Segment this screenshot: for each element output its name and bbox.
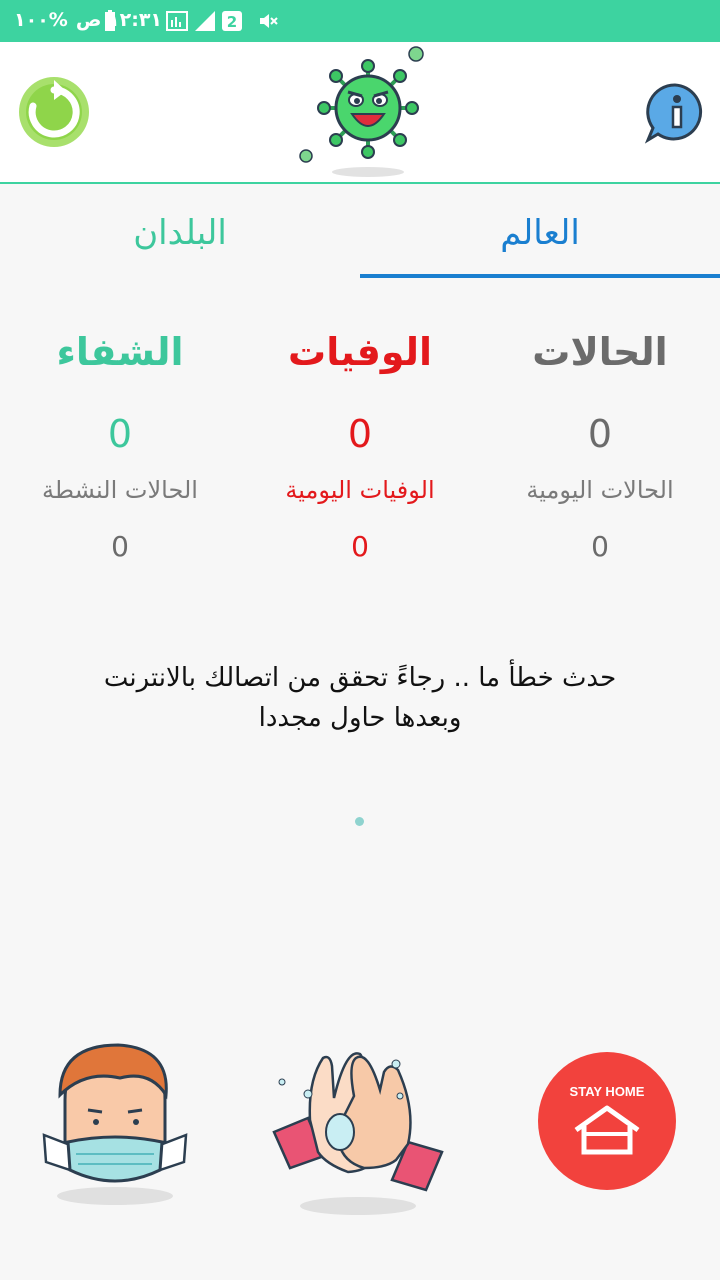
recovered-value: 0 <box>107 412 133 456</box>
cases-heading: الحالات <box>532 330 668 374</box>
active-cases-value: 0 <box>111 530 129 563</box>
active-cases-label: الحالات النشطة <box>42 476 198 504</box>
daily-cases-value: 0 <box>591 530 609 563</box>
signal-icon <box>166 11 188 31</box>
mask-man-illustration <box>42 1043 188 1205</box>
header-divider <box>0 182 720 184</box>
deaths-heading: الوفيات <box>288 330 432 374</box>
info-icon[interactable] <box>644 82 706 144</box>
signal-icon <box>195 11 215 31</box>
refresh-icon[interactable] <box>18 76 90 148</box>
status-left: ١٢:٣١ ص %١٠٠ <box>14 9 162 31</box>
battery-percent: %١٠٠ <box>14 9 68 31</box>
status-bar: ١٢:٣١ ص %١٠٠ 2 <box>0 0 720 42</box>
active-tab-indicator <box>360 274 720 278</box>
mute-icon <box>260 14 278 28</box>
svg-text:2: 2 <box>227 13 237 31</box>
house-icon <box>574 1105 640 1155</box>
error-message: حدث خطأ ما .. رجاءً تحقق من اتصالك بالان… <box>60 658 660 738</box>
daily-cases-label: الحالات اليومية <box>526 476 674 504</box>
washing-hands-illustration <box>272 1052 444 1215</box>
error-message-line: حدث خطأ ما .. رجاءً تحقق من اتصالك بالان… <box>103 663 617 693</box>
daily-deaths-value: 0 <box>351 530 369 563</box>
battery-icon <box>105 10 115 31</box>
loading-dot <box>355 817 364 826</box>
cases-value: 0 <box>587 412 613 456</box>
stay-home-badge: STAY HOME <box>538 1052 676 1190</box>
sim-icon: 2 <box>222 11 242 31</box>
tab-world[interactable]: العالم <box>360 205 720 265</box>
recovered-heading: الشفاء <box>56 330 184 374</box>
deaths-value: 0 <box>347 412 373 456</box>
tab-countries[interactable]: البلدان <box>0 205 360 265</box>
virus-mascot-icon <box>299 46 424 177</box>
daily-deaths-label: الوفيات اليومية <box>285 476 435 504</box>
stay-home-label: STAY HOME <box>569 1084 645 1099</box>
error-message-line: وبعدها حاول مجددا <box>258 703 462 733</box>
